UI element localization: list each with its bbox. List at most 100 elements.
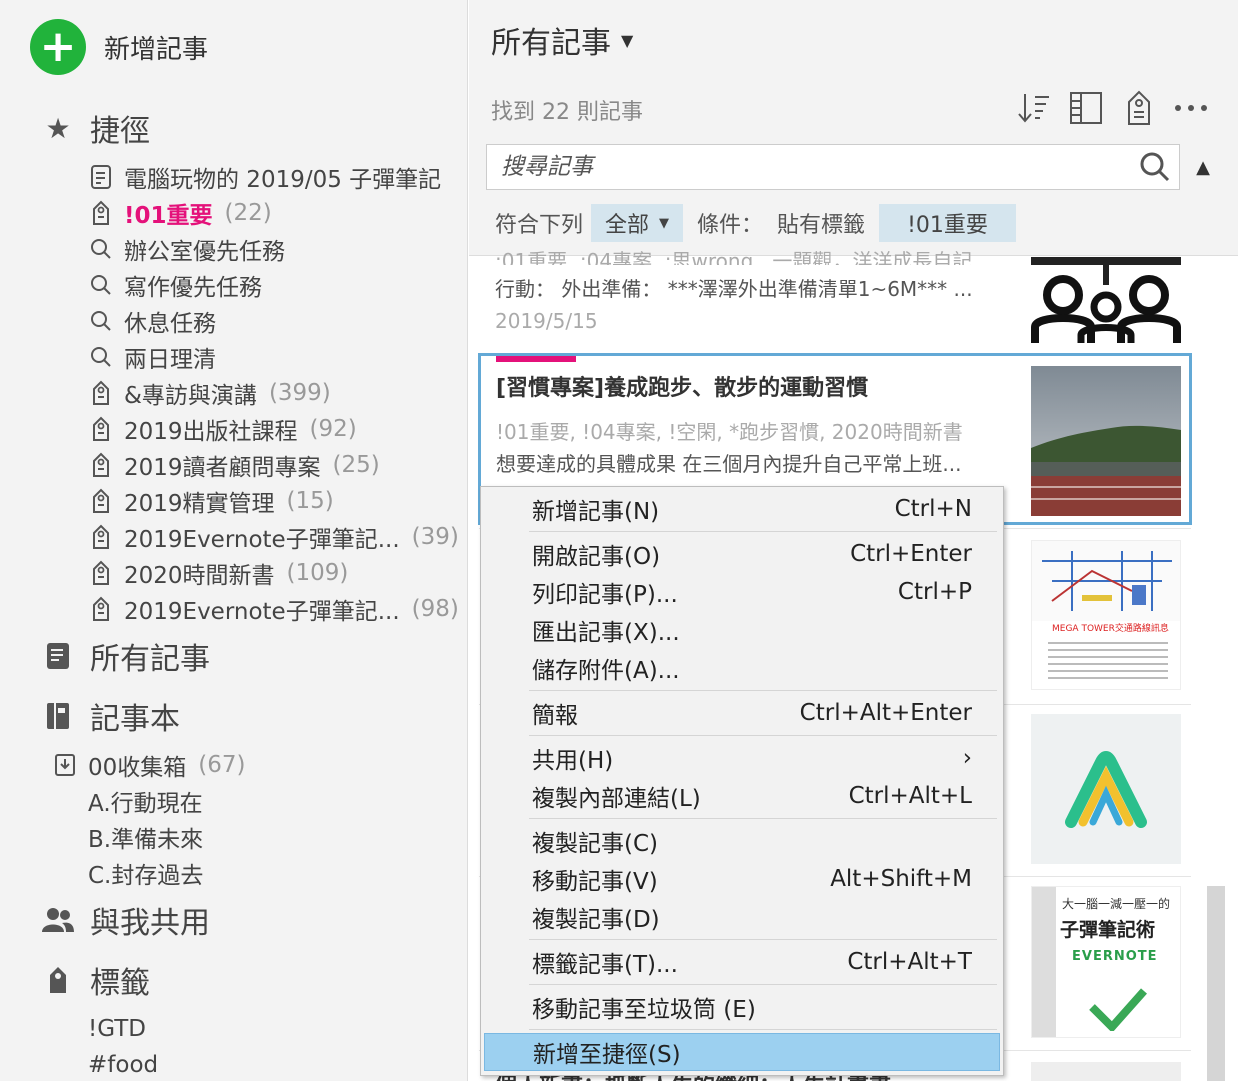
shortcut-label: 2019精實管理: [124, 491, 275, 517]
shortcut-label: 兩日理清: [124, 347, 216, 373]
search-icon: [90, 310, 112, 332]
shortcut-item[interactable]: 2020時間新書 (109): [90, 556, 348, 590]
people-icon: [42, 904, 74, 936]
shortcut-item[interactable]: 兩日理清: [90, 340, 228, 374]
search-icon[interactable]: [1131, 152, 1179, 182]
tag-item-gtd[interactable]: !GTD: [88, 1012, 146, 1046]
map-caption: MEGA TOWER交通路線訊息: [1052, 624, 1169, 634]
menu-item-move-note[interactable]: 移動記事(V) Alt+Shift+M: [484, 861, 1000, 897]
notebook-label: A.行動現在: [88, 791, 203, 817]
shortcut-item[interactable]: 2019Evernote子彈筆記... (39): [90, 520, 459, 554]
shortcut-item[interactable]: 2019讀者顧問專案 (25): [90, 448, 380, 482]
sort-icon[interactable]: [1014, 88, 1054, 128]
sidebar: + 新增記事 ★ 捷徑 電腦玩物的 2019/05 子彈筆記 !01重要 (22) 辦…: [0, 0, 468, 1081]
notebook-item-inbox[interactable]: 00收集箱 (67): [54, 748, 246, 782]
filter-prefix: 符合下列: [495, 213, 584, 238]
menu-separator: [529, 735, 997, 736]
menu-item-label: 標籤記事(T)...: [532, 952, 678, 978]
all-notes-nav[interactable]: 所有記事: [42, 636, 210, 677]
menu-item-label: 新增至捷徑(S): [533, 1042, 681, 1068]
menu-item-label: 移動記事(V): [532, 869, 658, 895]
tag-icon: [42, 964, 74, 996]
menu-item-label: 儲存附件(A)...: [532, 658, 680, 684]
note-thumbnail: MEGA TOWER交通路線訊息: [1031, 540, 1181, 690]
shortcut-label: 2019Evernote子彈筆記...: [124, 599, 400, 625]
tag-item-food[interactable]: #food: [88, 1048, 158, 1081]
shortcut-count: (25): [332, 452, 380, 478]
shortcut-item[interactable]: 寫作優先任務: [90, 268, 274, 302]
plus-icon: +: [30, 19, 86, 75]
note-thumbnail: [1031, 257, 1181, 343]
search-input[interactable]: [487, 145, 1131, 189]
new-note-button[interactable]: + 新增記事: [30, 19, 208, 75]
shortcuts-header[interactable]: ★ 捷徑: [42, 108, 150, 150]
tag-filter-icon[interactable]: [1119, 88, 1159, 128]
shortcut-count: (98): [411, 596, 459, 622]
filter-has-tag: 貼有標籤: [777, 213, 866, 238]
menu-item-print-note[interactable]: 列印記事(P)... Ctrl+P: [484, 574, 1000, 610]
notebooks-header[interactable]: 記事本: [42, 696, 180, 737]
menu-item-shortcut: Ctrl+Alt+L: [848, 783, 972, 809]
menu-item-save-attachments[interactable]: 儲存附件(A)...: [484, 650, 1000, 686]
shortcut-item[interactable]: !01重要 (22): [90, 196, 272, 230]
menu-item-label: 複製記事(D): [532, 907, 660, 933]
note-card[interactable]: :01重要, :04專案, :思wrong...一題觀，洋洋成長自記 行動： 外…: [469, 249, 1191, 349]
shortcut-label: 休息任務: [124, 311, 216, 337]
shortcut-item[interactable]: 2019精實管理 (15): [90, 484, 334, 518]
shortcut-label: 2019Evernote子彈筆記...: [124, 527, 400, 553]
shared-nav[interactable]: 與我共用: [42, 900, 210, 941]
scrollbar[interactable]: [1207, 886, 1225, 1081]
menu-item-export-note[interactable]: 匯出記事(X)...: [484, 612, 1000, 648]
menu-item-label: 新增記事(N): [532, 499, 660, 525]
shortcut-count: (15): [286, 488, 334, 514]
note-snippet: :01重要, :04專案, :思wrong...一題觀，洋洋成長自記: [495, 249, 973, 265]
note-icon: [90, 165, 112, 189]
menu-item-new-note[interactable]: 新增記事(N) Ctrl+N: [484, 491, 1000, 527]
notebook-item-c[interactable]: C.封存過去: [88, 856, 203, 890]
shortcut-item[interactable]: &專訪與演講 (399): [90, 376, 331, 410]
menu-separator: [529, 690, 997, 691]
shortcut-count: (92): [309, 416, 357, 442]
filter-scope-dropdown[interactable]: 全部 ▼: [591, 204, 684, 242]
shortcut-item[interactable]: 電腦玩物的 2019/05 子彈筆記: [90, 160, 453, 194]
chevron-right-icon: ›: [962, 745, 972, 771]
menu-item-tag-note[interactable]: 標籤記事(T)... Ctrl+Alt+T: [484, 944, 1000, 980]
shortcut-count: (22): [224, 200, 272, 226]
caret-down-icon: ▼: [659, 215, 670, 231]
more-options-icon[interactable]: [1171, 88, 1211, 128]
tags-header[interactable]: 標籤: [42, 960, 150, 1001]
search-icon: [90, 274, 112, 296]
search-icon: [90, 238, 112, 260]
pin-indicator: [496, 356, 576, 362]
menu-item-shortcut: Ctrl+Enter: [850, 541, 972, 567]
notebook-label: 00收集箱: [88, 755, 187, 781]
notebook-item-b[interactable]: B.準備未來: [88, 820, 203, 854]
filter-tag-chip[interactable]: !01重要: [879, 204, 1016, 242]
menu-item-share[interactable]: 共用(H) ›: [484, 740, 1000, 776]
filter-row: 符合下列 全部 ▼ 條件： 貼有標籤 !01重要: [495, 204, 1016, 242]
notebook-item-a[interactable]: A.行動現在: [88, 784, 203, 818]
menu-item-move-to-trash[interactable]: 移動記事至垃圾筒 (E): [484, 989, 1000, 1025]
shortcut-item[interactable]: 休息任務: [90, 304, 228, 338]
menu-item-label: 共用(H): [532, 748, 614, 774]
filter-tag-value: !01重要: [907, 213, 988, 238]
menu-item-shortcut: Ctrl+Alt+T: [847, 949, 972, 975]
shortcut-item[interactable]: 2019出版社課程 (92): [90, 412, 357, 446]
view-options-icon[interactable]: [1066, 88, 1106, 128]
chevron-up-icon[interactable]: ▲: [1191, 152, 1215, 182]
menu-item-label: 複製記事(C): [532, 831, 659, 857]
note-list-title-dropdown[interactable]: 所有記事 ▼: [491, 18, 633, 62]
menu-item-presentation[interactable]: 簡報 Ctrl+Alt+Enter: [484, 695, 1000, 731]
shortcut-item[interactable]: 辦公室優先任務: [90, 232, 297, 266]
book-line1: 大一腦一減一壓一的: [1062, 897, 1171, 911]
search-box: [486, 144, 1180, 190]
menu-item-add-to-shortcuts[interactable]: 新增至捷徑(S): [484, 1033, 1000, 1071]
menu-item-copy-internal-link[interactable]: 複製內部連結(L) Ctrl+Alt+L: [484, 778, 1000, 814]
shortcut-item[interactable]: 2019Evernote子彈筆記... (98): [90, 592, 459, 626]
menu-item-open-note[interactable]: 開啟記事(O) Ctrl+Enter: [484, 536, 1000, 572]
shortcut-label: 寫作優先任務: [124, 275, 262, 301]
menu-item-copy-note[interactable]: 複製記事(C): [484, 823, 1000, 859]
menu-item-label: 複製內部連結(L): [532, 786, 701, 812]
tag-icon: [90, 596, 112, 622]
menu-item-duplicate-note[interactable]: 複製記事(D): [484, 899, 1000, 935]
